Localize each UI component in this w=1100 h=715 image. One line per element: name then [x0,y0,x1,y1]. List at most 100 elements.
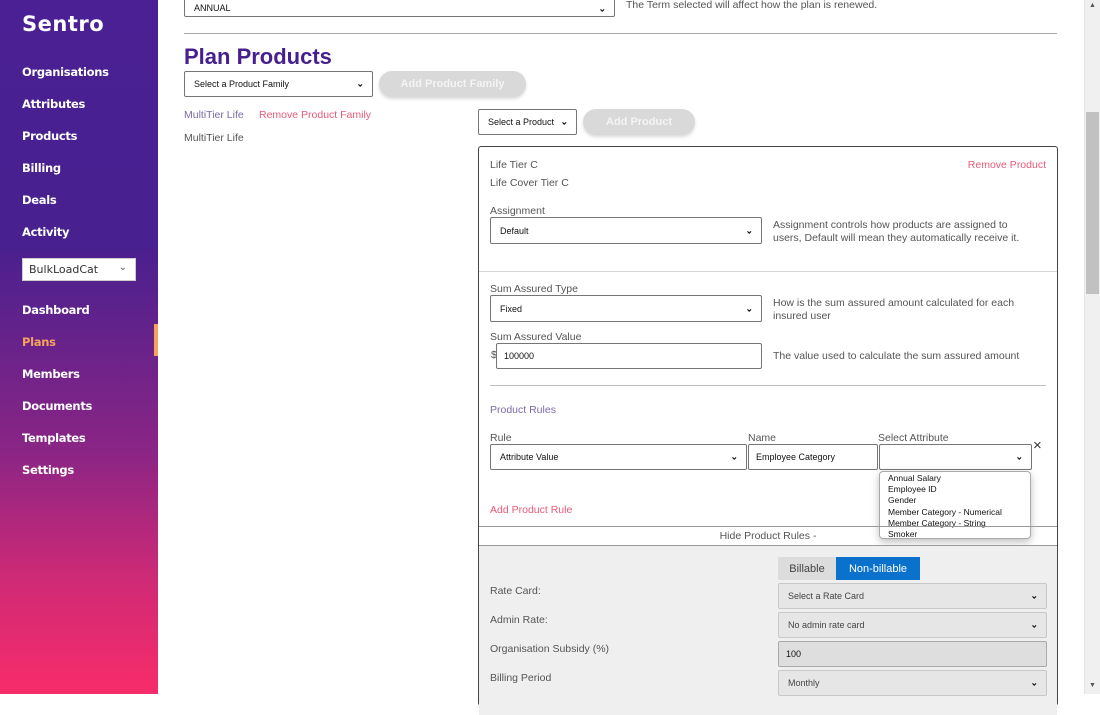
sum-assured-type-select[interactable]: Fixed ⌄ [490,295,762,322]
nav-templates[interactable]: Templates [22,431,86,445]
chevron-down-icon: ⌄ [745,225,753,235]
nav-deals[interactable]: Deals [22,193,57,207]
sum-assured-type-help: How is the sum assured amount calculated… [773,297,1014,323]
section-divider [479,271,1057,272]
assignment-help-line-1: Assignment controls how products are ass… [773,219,1008,231]
billing-period-label: Billing Period [490,672,552,684]
rule-select-value: Attribute Value [500,452,559,462]
rate-card-value: Select a Rate Card [788,591,865,601]
sidebar: Sentro Organisations Attributes Products… [0,0,158,694]
rule-name-input[interactable]: Employee Category [748,444,878,470]
remove-rule-icon[interactable]: × [1033,437,1042,454]
chevron-down-icon: ⌄ [1030,619,1038,630]
sum-assured-type-label: Sum Assured Type [490,283,578,295]
subsidy-input[interactable]: 100 [778,641,1047,667]
section-divider [479,526,1057,527]
add-product-family-button[interactable]: Add Product Family [379,71,526,97]
nav-attributes[interactable]: Attributes [22,97,85,111]
attribute-option[interactable]: Annual Salary [888,473,1030,484]
name-label: Name [748,432,777,444]
term-help-text: The Term selected will affect how the pl… [626,0,878,11]
add-product-rule-link[interactable]: Add Product Rule [490,504,572,516]
hide-product-rules-link[interactable]: Hide Product Rules - [479,530,1057,542]
billable-toggle[interactable]: Billable Non-billable [778,557,920,580]
select-attribute-dropdown[interactable]: ⌄ [879,444,1032,470]
rule-label: Rule [490,432,512,444]
vertical-scrollbar[interactable]: ▲ ▼ [1084,0,1100,694]
main-content: ANNUAL ⌄ The Term selected will affect h… [158,0,1084,715]
remove-product-family-link[interactable]: Remove Product Family [259,109,371,121]
divider [184,33,1057,34]
sum-assured-value-label: Sum Assured Value [490,331,582,343]
assignment-select[interactable]: Default ⌄ [490,217,762,244]
nav-settings[interactable]: Settings [22,463,74,477]
attribute-options-list: Annual Salary Employee ID Gender Member … [879,471,1031,539]
product-select[interactable]: Select a Product ⌄ [478,109,577,135]
assignment-help-text: Assignment controls how products are ass… [773,219,1019,245]
attribute-option[interactable]: Employee ID [888,484,1030,495]
billing-period-value: Monthly [788,678,820,688]
rule-select[interactable]: Attribute Value ⌄ [490,444,747,470]
chevron-down-icon: ⌄ [118,262,127,273]
chevron-down-icon: ⌄ [1030,590,1038,601]
nav-billing[interactable]: Billing [22,161,61,175]
sum-assured-type-help-line-1: How is the sum assured amount calculated… [773,297,1015,309]
nav-dashboard[interactable]: Dashboard [22,303,90,317]
sum-assured-value-input[interactable]: 100000 [496,343,762,369]
scroll-down-icon[interactable]: ▼ [1089,682,1096,689]
nav-activity[interactable]: Activity [22,225,70,239]
page-title: Plan Products [184,44,332,69]
chevron-down-icon: ⌄ [1030,677,1038,688]
chevron-down-icon: ⌄ [1015,451,1023,462]
sum-assured-type-help-line-2: insured user [773,310,831,322]
nav-products[interactable]: Products [22,129,77,143]
chevron-down-icon: ⌄ [730,451,738,462]
organisation-select-value: BulkLoadCat [29,263,99,276]
organisation-select[interactable]: BulkLoadCat ⌄ [22,258,136,281]
term-select[interactable]: ANNUAL ⌄ [184,0,615,17]
product-family-item[interactable]: MultiTier Life [184,132,244,144]
term-select-value: ANNUAL [194,2,231,13]
attribute-option[interactable]: Member Category - String [888,518,1030,529]
assignment-select-value: Default [500,225,529,236]
rate-card-label: Rate Card: [490,585,541,597]
product-family-select-value: Select a Product Family [194,79,290,89]
assignment-label: Assignment [490,205,545,217]
attribute-option[interactable]: Gender [888,495,1030,506]
nav-plans[interactable]: Plans [22,335,56,349]
product-card: Life Tier C Life Cover Tier C Remove Pro… [478,146,1058,715]
admin-rate-select[interactable]: No admin rate card ⌄ [778,612,1047,638]
scrollbar-thumb[interactable] [1086,112,1099,294]
billable-option[interactable]: Billable [778,557,836,580]
nav-members[interactable]: Members [22,367,80,381]
scroll-up-icon[interactable]: ▲ [1089,2,1096,9]
chevron-down-icon: ⌄ [598,3,606,13]
admin-rate-label: Admin Rate: [490,614,548,626]
chevron-down-icon: ⌄ [356,78,364,89]
rate-card-select[interactable]: Select a Rate Card ⌄ [778,583,1047,609]
product-name: Life Tier C [490,159,538,171]
billing-section: Billable Non-billable Rate Card: Select … [479,545,1057,715]
product-family-name: MultiTier Life [184,109,244,121]
admin-rate-value: No admin rate card [788,620,865,630]
non-billable-option[interactable]: Non-billable [836,557,920,580]
product-family-select[interactable]: Select a Product Family ⌄ [184,71,373,97]
chevron-down-icon: ⌄ [745,303,753,313]
divider [490,385,1046,386]
product-select-value: Select a Product [488,117,555,127]
nav-organisations[interactable]: Organisations [22,65,109,79]
add-product-button[interactable]: Add Product [583,109,695,135]
billing-period-select[interactable]: Monthly ⌄ [778,670,1047,696]
product-description: Life Cover Tier C [490,177,569,189]
assignment-help-line-2: users, Default will mean they automatica… [773,232,1020,244]
sentro-logo[interactable]: Sentro [22,12,104,36]
chevron-down-icon: ⌄ [560,116,568,127]
select-attribute-label: Select Attribute [878,432,949,444]
subsidy-label: Organisation Subsidy (%) [490,643,610,655]
remove-product-link[interactable]: Remove Product [968,159,1046,171]
product-rules-title: Product Rules [490,404,556,416]
sum-assured-type-value: Fixed [500,303,523,314]
nav-documents[interactable]: Documents [22,399,92,413]
sum-assured-value-help: The value used to calculate the sum assu… [773,350,1020,362]
attribute-option[interactable]: Member Category - Numerical [888,507,1030,518]
